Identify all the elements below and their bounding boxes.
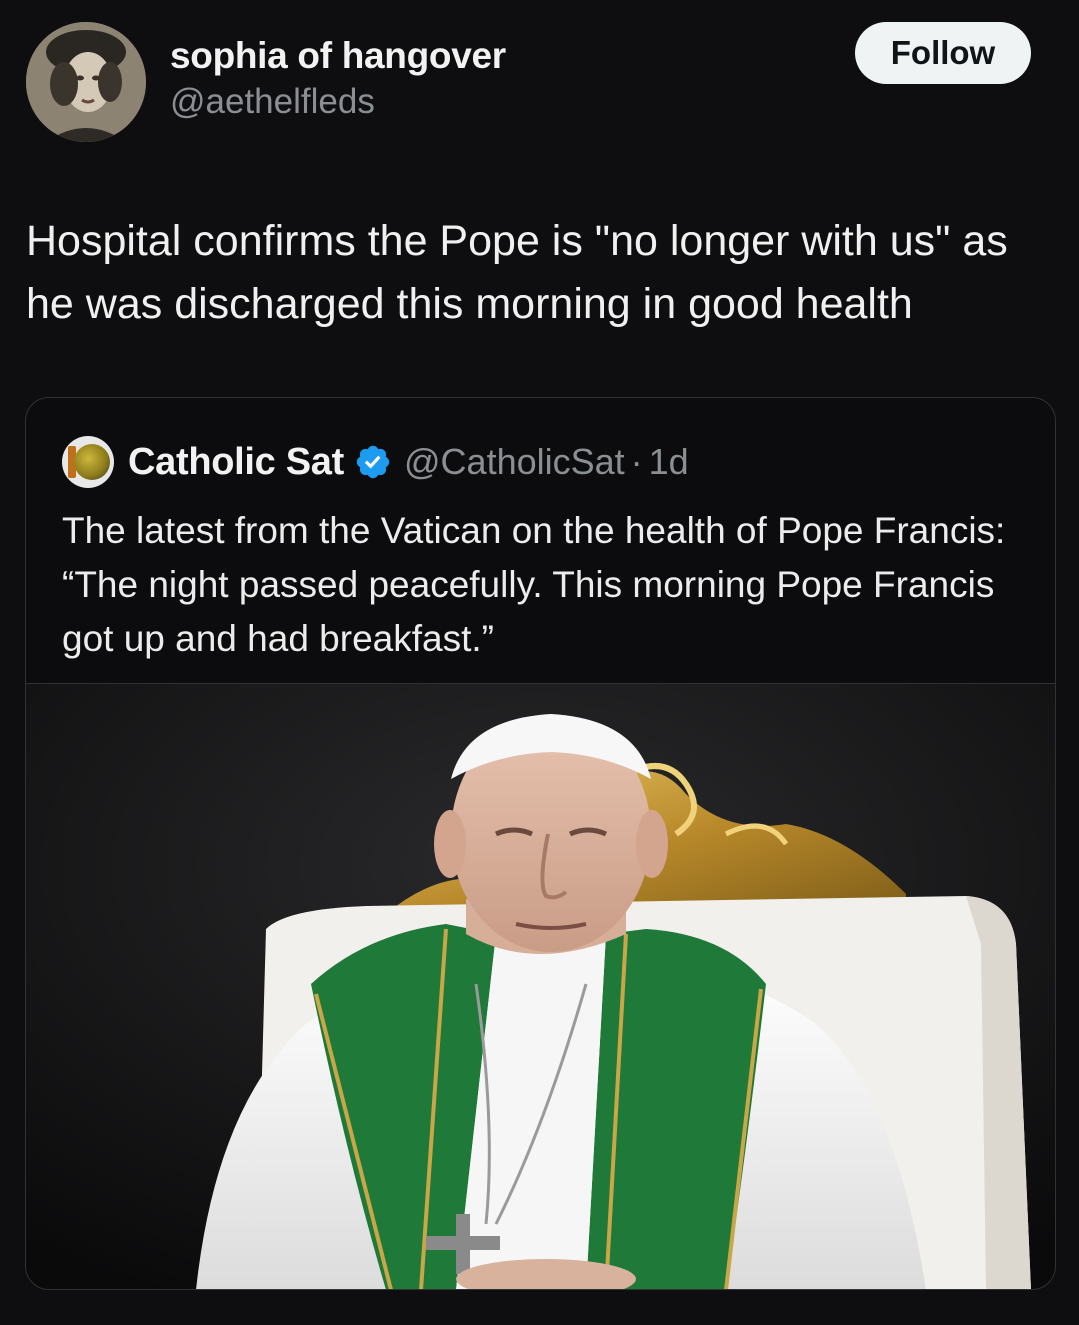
quoted-author-handle[interactable]: @CatholicSat <box>404 441 625 483</box>
author-block: sophia of hangover @aethelfleds <box>170 34 506 124</box>
tweet: sophia of hangover @aethelfleds Follow H… <box>0 0 1079 1325</box>
pope-photo <box>26 684 1055 1289</box>
avatar-logo-globe <box>74 444 110 480</box>
quoted-tweet-text: The latest from the Vatican on the healt… <box>62 510 1006 659</box>
verified-badge-icon <box>356 445 390 479</box>
quoted-author-display-name[interactable]: Catholic Sat <box>128 441 344 484</box>
timestamp-separator: · <box>630 441 643 482</box>
quoted-author-avatar[interactable] <box>62 436 114 488</box>
follow-button[interactable]: Follow <box>855 22 1031 84</box>
avatar-portrait <box>26 22 146 142</box>
author-handle[interactable]: @aethelfleds <box>170 80 506 124</box>
author-display-name[interactable]: sophia of hangover <box>170 34 506 78</box>
avatar[interactable] <box>26 22 146 142</box>
tweet-header: sophia of hangover @aethelfleds Follow <box>26 22 1056 142</box>
quoted-tweet-photo[interactable] <box>26 683 1055 1289</box>
quoted-tweet-time[interactable]: 1d <box>649 441 689 483</box>
quoted-tweet-card[interactable]: Catholic Sat @CatholicSat · 1d The lates… <box>25 397 1056 1290</box>
quoted-tweet-header: Catholic Sat @CatholicSat · 1d <box>62 434 689 490</box>
tweet-text: Hospital confirms the Pope is "no longer… <box>26 217 1008 328</box>
